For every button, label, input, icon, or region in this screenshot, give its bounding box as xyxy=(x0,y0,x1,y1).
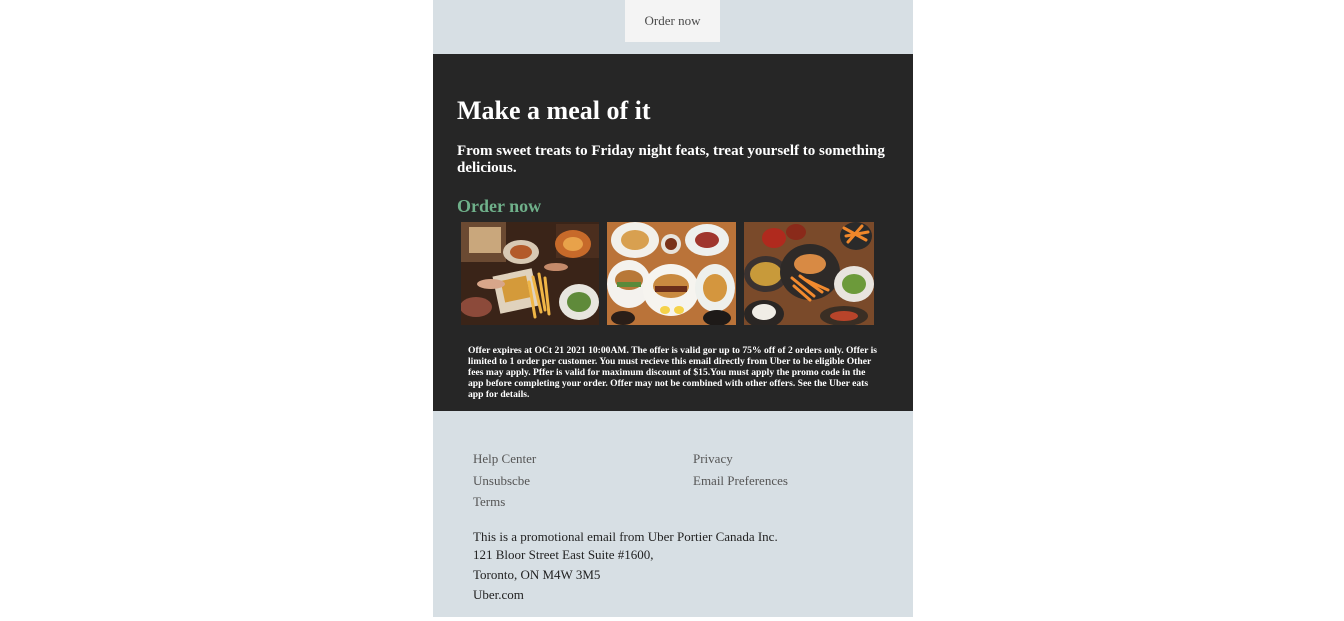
order-now-link[interactable]: Order now xyxy=(457,196,541,217)
offer-disclaimer: Offer expires at OCt 21 2021 10:00AM. Th… xyxy=(468,345,878,400)
footer-street-line: 121 Bloor Street East Suite #1600, xyxy=(473,547,654,562)
hero-title: Make a meal of it xyxy=(457,96,651,125)
top-band: Order now xyxy=(433,0,913,54)
food-photo-burger-plates xyxy=(607,222,736,325)
email-container: Order now Make a meal of it From sweet t… xyxy=(433,0,913,617)
food-photo-takeout-table xyxy=(461,222,599,325)
email-preferences-link[interactable]: Email Preferences xyxy=(693,473,788,489)
unsubscribe-link[interactable]: Unsubscbe xyxy=(473,473,530,489)
privacy-link[interactable]: Privacy xyxy=(693,451,733,467)
footer-city-line: Toronto, ON M4W 3M5 xyxy=(473,567,601,582)
terms-link[interactable]: Terms xyxy=(473,494,505,510)
footer: Help Center Privacy Unsubscbe Email Pref… xyxy=(433,411,913,617)
order-now-top-button[interactable]: Order now xyxy=(625,0,720,42)
hero-subtitle: From sweet treats to Friday night feats,… xyxy=(457,143,885,176)
food-photo-fries-dishes xyxy=(744,222,874,325)
footer-website: Uber.com xyxy=(473,587,524,602)
hero-section: Make a meal of it From sweet treats to F… xyxy=(433,54,913,411)
footer-sender-line: This is a promotional email from Uber Po… xyxy=(473,529,778,544)
help-center-link[interactable]: Help Center xyxy=(473,451,536,467)
